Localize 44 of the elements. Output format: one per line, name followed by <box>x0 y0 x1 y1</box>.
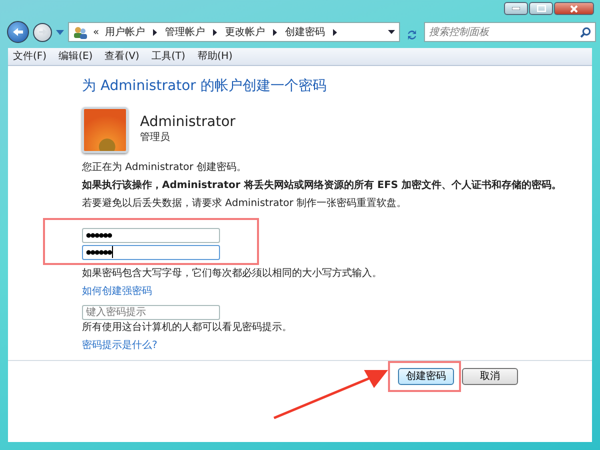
refresh-arrows-icon <box>406 28 418 41</box>
info-text: 若要避免以后丢失数据，请要求 Administrator 制作一张密码重置软盘。 <box>82 196 408 210</box>
account-name: Administrator <box>140 114 236 130</box>
search-icon <box>580 27 591 38</box>
breadcrumb-item[interactable]: 管理帐户 <box>165 24 206 40</box>
info-text: 如果执行该操作，Administrator 将丢失网站或网络资源的所有 EFS 加密文件、个人证书和存储的密码。 <box>82 178 563 192</box>
chevron-icon[interactable] <box>333 28 338 36</box>
dropdown-arrow-icon[interactable] <box>388 30 395 34</box>
chevron-icon[interactable] <box>273 28 278 36</box>
breadcrumb-item[interactable]: 用户帐户 <box>105 24 146 40</box>
address-bar[interactable]: « 用户帐户 管理帐户 更改帐户 创建密码 <box>68 22 400 42</box>
case-sensitivity-note: 如果密码包含大写字母，它们每次都必须以相同的大小写方式输入。 <box>82 266 383 280</box>
maximize-icon <box>536 5 546 12</box>
account-type: 管理员 <box>140 130 171 145</box>
close-button[interactable] <box>554 2 594 15</box>
back-arrow-icon <box>12 27 24 37</box>
breadcrumb-item[interactable]: 更改帐户 <box>225 24 266 40</box>
users-icon <box>73 26 87 38</box>
menu-item[interactable]: 编辑(E) <box>58 49 93 64</box>
search-field[interactable]: 搜索控制面板 <box>424 22 596 42</box>
password-hint-field[interactable]: 键入密码提示 <box>82 304 220 320</box>
minimize-button[interactable] <box>504 2 528 15</box>
menu-item[interactable]: 查看(V) <box>104 49 140 64</box>
page-heading: 为 Administrator 的帐户创建一个密码 <box>82 78 328 95</box>
chevron-icon[interactable] <box>153 28 158 36</box>
back-button[interactable] <box>7 21 29 43</box>
cancel-button[interactable]: 取消 <box>462 368 518 385</box>
password-hint-help-link[interactable]: 密码提示是什么? <box>82 338 158 353</box>
info-text: 您正在为 Administrator 创建密码。 <box>82 160 248 174</box>
close-icon <box>570 4 578 12</box>
create-password-button[interactable]: 创建密码 <box>398 368 454 385</box>
forward-arrow-icon <box>38 28 48 36</box>
breadcrumb-item[interactable]: 创建密码 <box>285 24 326 40</box>
menu-item[interactable]: 帮助(H) <box>197 49 233 64</box>
account-picture <box>82 106 128 153</box>
menu-item[interactable]: 工具(T) <box>151 49 186 64</box>
menu-item[interactable]: 文件(F) <box>13 49 47 64</box>
password-hint-note: 所有使用这台计算机的人都可以看见密码提示。 <box>82 320 293 334</box>
breadcrumb-overflow[interactable]: « <box>93 24 100 40</box>
minimize-icon <box>512 7 520 10</box>
strong-password-link[interactable]: 如何创建强密码 <box>82 284 152 299</box>
maximize-button[interactable] <box>529 2 553 15</box>
chevron-icon[interactable] <box>213 28 218 36</box>
forward-button[interactable] <box>33 22 52 42</box>
